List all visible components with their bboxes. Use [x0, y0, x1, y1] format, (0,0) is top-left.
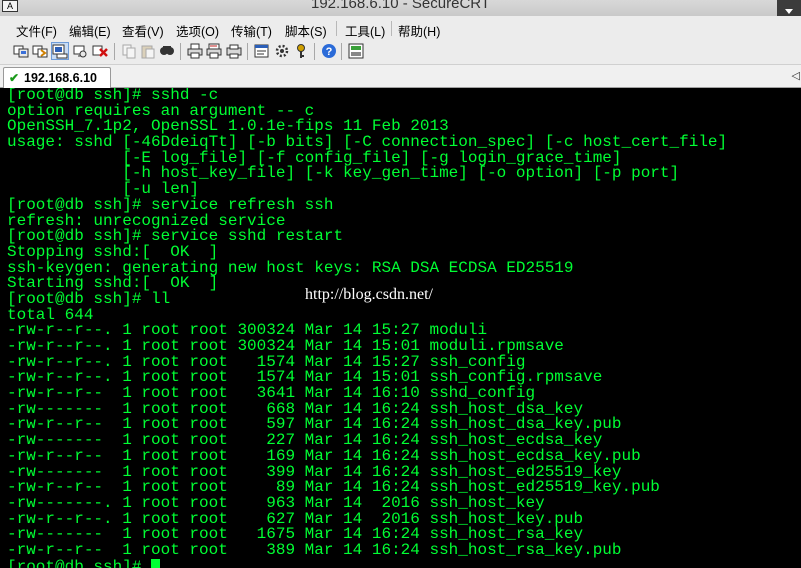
- title-bar[interactable]: A 192.168.6.10 - SecureCRT: [0, 0, 801, 24]
- toolbar-separator: [314, 43, 315, 60]
- toolbar-separator: [341, 43, 342, 60]
- chevron-down-icon: [785, 9, 793, 14]
- paste-icon[interactable]: [140, 43, 156, 59]
- watermark: http://blog.csdn.net/: [305, 286, 433, 303]
- keymap-icon[interactable]: [293, 43, 309, 59]
- menu-script[interactable]: 脚本(S): [285, 21, 327, 40]
- toolbar-separator: [247, 43, 248, 60]
- reconnect-icon[interactable]: [72, 43, 88, 59]
- terminal-window[interactable]: [root@db ssh]# sshd -c option requires an…: [0, 88, 801, 568]
- disconnect-icon[interactable]: [92, 43, 108, 59]
- menu-edit[interactable]: 编辑(E): [69, 21, 111, 40]
- menu-help[interactable]: 帮助(H): [398, 21, 440, 40]
- menu-file[interactable]: 文件(F): [16, 21, 57, 40]
- terminal-line: -rw-r--r-- 1 root root 389 Mar 14 16:24 …: [7, 540, 622, 559]
- quick-connect-icon[interactable]: [32, 43, 48, 59]
- print-setup-icon[interactable]: [226, 43, 242, 59]
- terminal-prompt-line: [root@db ssh]#: [7, 557, 727, 568]
- menu-view[interactable]: 查看(V): [122, 21, 164, 40]
- print-icon[interactable]: [187, 43, 203, 59]
- connect-icon[interactable]: [13, 43, 29, 59]
- session-tab-strip: ✔ 192.168.6.10 ◁: [0, 65, 801, 88]
- terminal-prompt: [root@db ssh]#: [7, 557, 152, 568]
- global-options-icon[interactable]: [274, 43, 290, 59]
- connected-check-icon: ✔: [9, 71, 20, 85]
- menu-transfer[interactable]: 传输(T): [231, 21, 272, 40]
- menu-bar: 文件(F) 编辑(E) 查看(V) 选项(O) 传输(T) 脚本(S) 工具(L…: [0, 16, 801, 40]
- help-icon[interactable]: ?: [321, 43, 337, 59]
- session-options-icon[interactable]: [254, 43, 270, 59]
- find-icon[interactable]: [159, 43, 175, 59]
- toolbar: ?: [0, 40, 801, 65]
- menu-tools[interactable]: 工具(L): [345, 21, 385, 40]
- menu-separator: [391, 21, 392, 36]
- terminal-cursor: [151, 558, 161, 568]
- sftp-icon[interactable]: [348, 43, 364, 59]
- print-selection-icon[interactable]: [206, 43, 222, 59]
- svg-text:?: ?: [326, 46, 333, 58]
- menu-separator: [336, 21, 337, 36]
- session-tab-label: 192.168.6.10: [24, 71, 97, 85]
- window-title: 192.168.6.10 - SecureCRT: [311, 0, 490, 12]
- menu-options[interactable]: 选项(O): [176, 21, 219, 40]
- terminal-output: [root@db ssh]# sshd -c option requires an…: [7, 88, 727, 568]
- session-tab[interactable]: ✔ 192.168.6.10: [3, 67, 111, 88]
- copy-icon[interactable]: [121, 43, 137, 59]
- toolbar-separator: [180, 43, 181, 60]
- toolbar-separator: [114, 43, 115, 60]
- connect-tab-icon[interactable]: [51, 42, 69, 60]
- tab-scroll-left-icon[interactable]: ◁: [792, 69, 800, 82]
